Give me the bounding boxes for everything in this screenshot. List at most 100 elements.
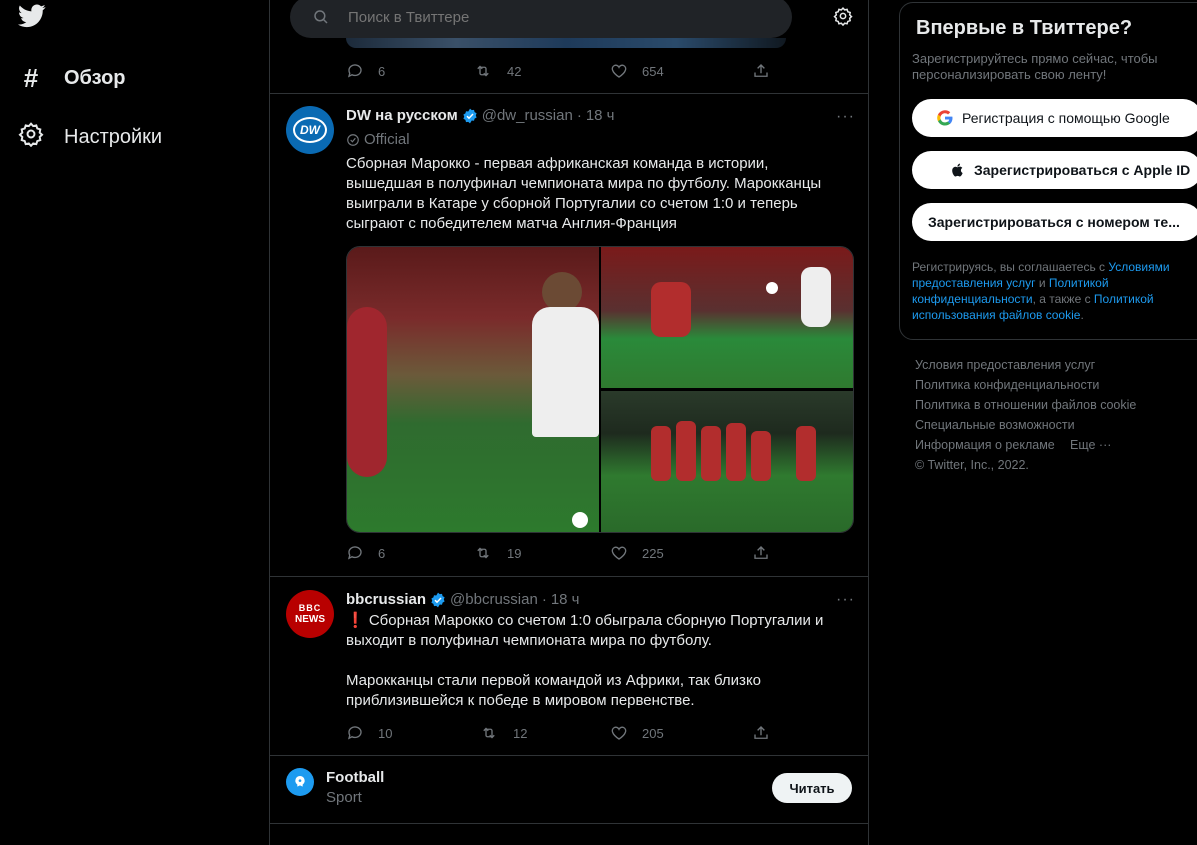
verified-badge-icon — [463, 108, 477, 123]
reply-count: 6 — [378, 63, 386, 79]
divider — [270, 576, 868, 577]
footer-link-terms[interactable]: Условия предоставления услуг — [915, 358, 1095, 372]
retweet-count: 12 — [513, 725, 528, 741]
author-name[interactable]: DW на русском — [346, 107, 458, 124]
apple-icon — [952, 163, 963, 177]
official-text: Official — [364, 131, 410, 148]
verified-badge-icon — [431, 592, 445, 607]
like-count: 225 — [642, 545, 664, 561]
hashtag-icon: # — [23, 63, 39, 93]
share-button[interactable] — [752, 544, 770, 562]
reply-button[interactable]: 6 — [346, 62, 385, 80]
tweet-photo-kick[interactable] — [601, 247, 853, 388]
author-name[interactable]: bbcrussian — [346, 591, 426, 608]
google-signup-label: Регистрация с помощью Google — [962, 110, 1170, 126]
terms-text: Регистрируясь, вы соглашаетесь с — [912, 260, 1109, 274]
share-button[interactable] — [752, 724, 770, 742]
search-input[interactable] — [346, 7, 750, 27]
share-icon — [754, 546, 768, 559]
nav-item-settings[interactable]: Настройки — [18, 121, 162, 153]
footer-link-ads-info[interactable]: Информация о рекламе — [915, 438, 1055, 452]
signup-subtitle: Зарегистрируйтесь прямо сейчас, чтобы пе… — [912, 51, 1158, 82]
search-bar[interactable] — [290, 0, 792, 38]
author-handle[interactable]: @dw_russian — [482, 107, 573, 124]
google-icon — [937, 110, 953, 126]
footer-more-link[interactable]: Еще ··· — [1070, 438, 1111, 452]
follow-topic-button[interactable]: Читать — [772, 773, 852, 803]
footer-link-cookies[interactable]: Политика в отношении файлов cookie — [915, 398, 1136, 412]
divider — [270, 823, 868, 824]
signup-terms: Регистрируясь, вы соглашаетесь с Условия… — [912, 259, 1192, 323]
check-circle-icon — [347, 133, 359, 146]
dw-logo: DW — [293, 117, 327, 143]
heart-icon — [611, 64, 627, 78]
share-icon — [754, 726, 768, 739]
share-icon — [754, 64, 768, 77]
footer-link-privacy[interactable]: Политика конфиденциальности — [915, 378, 1099, 392]
official-label: Official — [346, 131, 410, 148]
more-options-button[interactable]: ··· — [836, 108, 855, 126]
terms-text: , а также с — [1032, 292, 1094, 306]
tweet-photo-ronaldo[interactable] — [347, 247, 599, 532]
more-options-button[interactable]: ··· — [836, 591, 855, 609]
apple-signup-button[interactable]: Зарегистрироваться с Apple ID — [912, 151, 1197, 189]
nav-item-label: Настройки — [64, 125, 163, 148]
timeline-column: 6 42 654 DW DW на русском @dw_russian · … — [269, 0, 869, 845]
dot-separator: · — [576, 107, 582, 124]
reply-icon — [347, 546, 362, 560]
search-icon — [314, 10, 328, 24]
twitter-logo-icon[interactable] — [18, 4, 46, 33]
like-button[interactable]: 205 — [610, 724, 664, 742]
author-handle[interactable]: @bbcrussian — [450, 591, 538, 608]
bbc-logo-text: BBC — [298, 603, 322, 613]
retweet-icon — [477, 65, 489, 77]
settings-gear-icon[interactable] — [833, 6, 853, 31]
nav-item-explore[interactable]: # Обзор — [18, 63, 126, 94]
tweet-media-grid — [346, 246, 854, 533]
nav-item-label: Обзор — [64, 67, 126, 89]
like-count: 205 — [642, 725, 664, 741]
reply-button[interactable]: 6 — [346, 544, 385, 562]
retweet-button[interactable]: 12 — [479, 724, 527, 742]
signup-card: Впервые в Твиттере? Зарегистрируйтесь пр… — [899, 2, 1197, 340]
tweet-text: Сборная Марокко - первая африканская ком… — [346, 155, 822, 232]
apple-signup-label: Зарегистрироваться с Apple ID — [974, 162, 1191, 178]
heart-icon — [611, 726, 627, 740]
google-signup-button[interactable]: Регистрация с помощью Google — [912, 99, 1197, 137]
previous-tweet-image[interactable] — [346, 38, 786, 48]
terms-text: . — [1080, 308, 1084, 322]
tweet-time[interactable]: 18 ч — [586, 107, 615, 124]
reply-icon — [347, 726, 362, 740]
avatar[interactable]: DW — [286, 106, 334, 154]
reply-count: 6 — [378, 545, 386, 561]
retweet-button[interactable]: 19 — [473, 544, 521, 562]
like-button[interactable]: 225 — [610, 544, 664, 562]
retweet-count: 19 — [507, 545, 522, 561]
tweet-text: Марокканцы стали первой командой из Афри… — [346, 672, 762, 709]
tweet-photo-celebration[interactable] — [601, 391, 853, 532]
tweet-time[interactable]: 18 ч — [551, 591, 580, 608]
reply-count: 10 — [378, 725, 393, 741]
retweet-count: 42 — [507, 63, 522, 79]
reply-icon — [347, 64, 362, 78]
divider — [270, 755, 868, 756]
reply-button[interactable]: 10 — [346, 724, 392, 742]
footer-copyright: © Twitter, Inc., 2022. — [915, 458, 1029, 472]
like-count: 654 — [642, 63, 664, 79]
avatar[interactable]: BBC NEWS — [286, 590, 334, 638]
retweet-button[interactable]: 42 — [473, 62, 521, 80]
tweet-text: ❗ Сборная Марокко со счетом 1:0 обыграла… — [346, 612, 824, 649]
tweet-header: DW на русском @dw_russian · 18 ч — [346, 107, 615, 124]
retweet-icon — [483, 727, 495, 739]
share-button[interactable] — [752, 62, 770, 80]
like-button[interactable]: 654 — [610, 62, 664, 80]
footer-link-accessibility[interactable]: Специальные возможности — [915, 418, 1075, 432]
phone-signup-label: Зарегистрироваться с номером те... — [928, 214, 1180, 230]
dot-separator: · — [541, 591, 547, 608]
divider — [270, 93, 868, 94]
topic-subtitle: Sport — [326, 789, 362, 806]
signup-title: Впервые в Твиттере? — [916, 17, 1133, 39]
topic-title[interactable]: Football — [326, 769, 384, 786]
heart-icon — [611, 546, 627, 560]
phone-signup-button[interactable]: Зарегистрироваться с номером те... — [912, 203, 1197, 241]
